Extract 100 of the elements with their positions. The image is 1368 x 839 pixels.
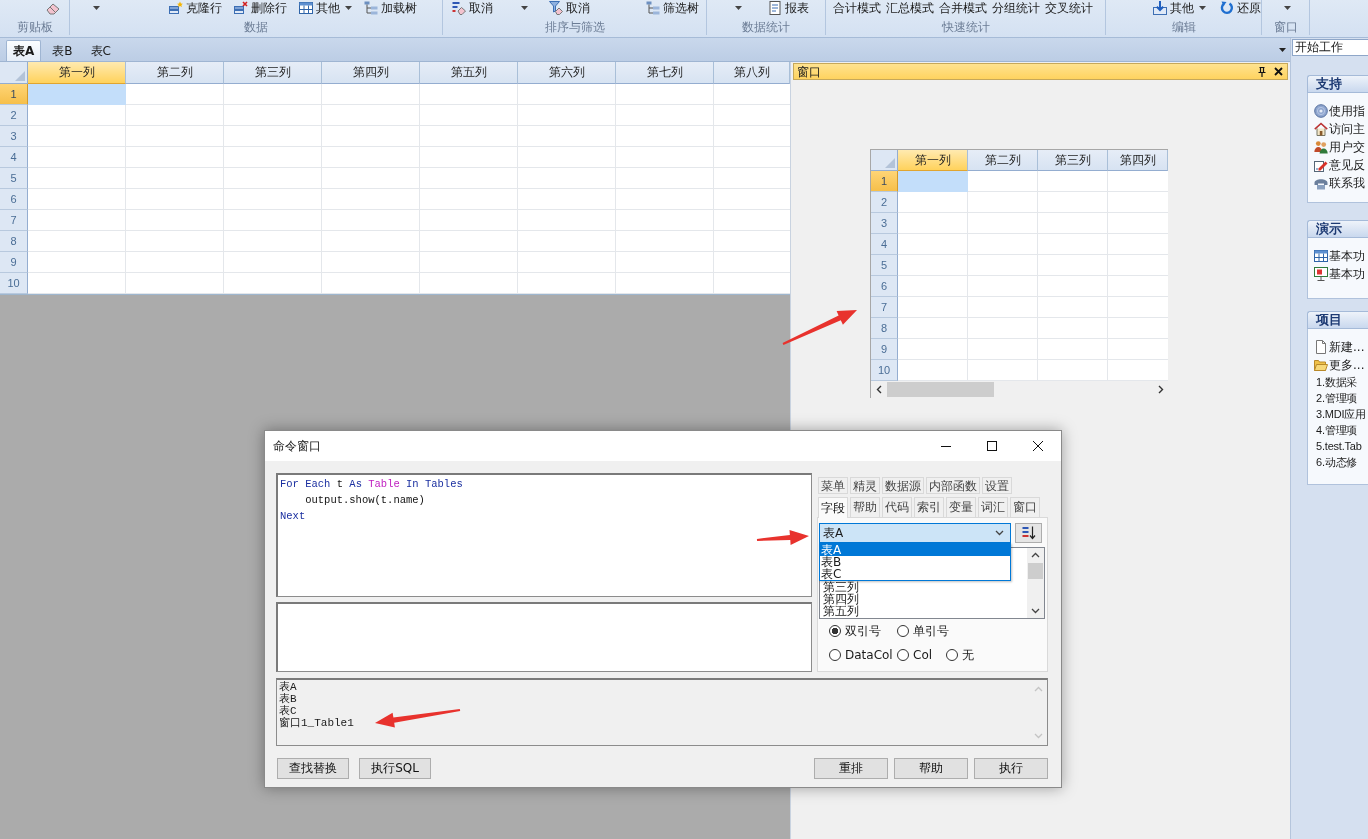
ribbon-button[interactable]: 加载树 [364, 0, 417, 16]
column-header[interactable]: 第四列 [1108, 150, 1168, 171]
table-select[interactable]: 表A [819, 523, 1011, 543]
caret-icon[interactable] [93, 6, 100, 10]
task-link[interactable]: 新建... [1314, 338, 1368, 356]
column-header[interactable]: 第一列 [898, 150, 968, 171]
radio-button[interactable] [946, 649, 958, 661]
recent-project-link[interactable]: 1.数据采 [1314, 374, 1368, 390]
ribbon-button[interactable]: 合计模式 [833, 0, 881, 16]
panel-header[interactable]: 演示 [1307, 220, 1368, 238]
panel-header[interactable]: 支持 [1307, 75, 1368, 93]
sort-button[interactable] [1015, 523, 1042, 543]
pin-icon[interactable] [1258, 66, 1266, 77]
row-header[interactable]: 1 [0, 84, 28, 105]
row-header[interactable]: 9 [0, 252, 28, 273]
caret-icon[interactable] [521, 6, 528, 10]
column-header[interactable]: 第六列 [518, 62, 616, 84]
chevron-right-icon[interactable] [1158, 385, 1164, 394]
row-header[interactable]: 3 [871, 213, 898, 234]
dialog-button[interactable]: 执行 [974, 758, 1048, 779]
row-header[interactable]: 4 [0, 147, 28, 168]
ribbon-button[interactable]: 还原 [1220, 0, 1261, 16]
row-header[interactable]: 6 [871, 276, 898, 297]
column-header[interactable]: 第四列 [322, 62, 420, 84]
dialog-button[interactable]: 查找替换 [277, 758, 349, 779]
dropdown-option[interactable]: 表B [820, 556, 1010, 568]
task-pane-selector[interactable]: 开始工作 [1292, 39, 1368, 56]
task-link[interactable]: 基本功 [1314, 247, 1368, 265]
row-header[interactable]: 4 [871, 234, 898, 255]
sheet-tab[interactable]: 表A [6, 40, 42, 61]
row-header[interactable]: 5 [871, 255, 898, 276]
recent-project-link[interactable]: 5.test.Tab [1314, 438, 1368, 454]
task-link[interactable]: 基本功 [1314, 265, 1368, 283]
dialog-button[interactable]: 执行SQL [359, 758, 431, 779]
ribbon-button[interactable]: 取消 [452, 0, 493, 16]
radio-button[interactable] [829, 625, 841, 637]
scrollbar-thumb[interactable] [1028, 563, 1043, 579]
panel-tab[interactable]: 菜单 [818, 477, 848, 494]
panel-tab[interactable]: 内部函数 [926, 477, 980, 494]
radio-button[interactable] [897, 649, 909, 661]
panel-tab[interactable]: 字段 [818, 497, 848, 518]
panel-tab[interactable]: 索引 [914, 497, 944, 517]
chevron-left-icon[interactable] [876, 385, 882, 394]
task-link[interactable]: 意见反 [1314, 156, 1368, 174]
panel-header[interactable]: 项目 [1307, 311, 1368, 329]
ribbon-button[interactable]: 取消 [549, 0, 590, 16]
input-field[interactable] [276, 602, 812, 672]
task-link[interactable]: 访问主 [1314, 120, 1368, 138]
ribbon-button[interactable]: 交叉统计 [1045, 0, 1093, 16]
chevron-down-icon[interactable] [1031, 608, 1040, 614]
column-header[interactable]: 第八列 [714, 62, 790, 84]
caret-icon[interactable] [735, 6, 742, 10]
panel-tab[interactable]: 设置 [982, 477, 1012, 494]
radio-button[interactable] [897, 625, 909, 637]
sheet-tab[interactable]: 表C [83, 40, 118, 61]
row-header[interactable]: 6 [0, 189, 28, 210]
output-field[interactable]: 表A 表B 表C 窗口1_Table1 [276, 678, 1048, 746]
ribbon-button[interactable]: 汇总模式 [886, 0, 934, 16]
field-list-item[interactable]: 第四列 [823, 593, 859, 605]
scrollbar-thumb[interactable] [887, 382, 994, 397]
row-header[interactable]: 2 [871, 192, 898, 213]
column-header[interactable]: 第一列 [28, 62, 126, 84]
row-header[interactable]: 1 [871, 171, 898, 192]
column-header[interactable]: 第五列 [420, 62, 518, 84]
recent-project-link[interactable]: 2.管理项 [1314, 390, 1368, 406]
panel-tab[interactable]: 词汇 [978, 497, 1008, 517]
recent-project-link[interactable]: 4.管理项 [1314, 422, 1368, 438]
dialog-button[interactable]: 重排 [814, 758, 888, 779]
selected-cell[interactable] [898, 171, 968, 192]
row-header[interactable]: 5 [0, 168, 28, 189]
row-header[interactable]: 8 [0, 231, 28, 252]
panel-tab[interactable]: 变量 [946, 497, 976, 517]
field-list-item[interactable]: 第三列 [823, 581, 859, 593]
recent-project-link[interactable]: 6.动态修 [1314, 454, 1368, 470]
close-icon[interactable] [1033, 441, 1043, 451]
recent-project-link[interactable]: 3.MDI应用 [1314, 406, 1368, 422]
task-link[interactable]: 使用指 [1314, 102, 1368, 120]
column-header[interactable]: 第二列 [126, 62, 224, 84]
code-editor[interactable]: For Each t As Table In Tables output.show(t.name) Next [276, 473, 812, 597]
dropdown-option[interactable]: 表A [820, 544, 1010, 556]
column-header[interactable]: 第三列 [224, 62, 322, 84]
task-link[interactable]: 联系我 [1314, 174, 1368, 192]
ribbon-menu-button[interactable]: 其他 [299, 0, 352, 16]
field-list-item[interactable]: 第五列 [823, 605, 859, 617]
row-header[interactable]: 2 [0, 105, 28, 126]
task-link[interactable]: 更多... [1314, 356, 1368, 374]
ribbon-button[interactable]: 报表 [768, 0, 809, 16]
scrollbar[interactable] [1027, 548, 1044, 618]
row-header[interactable]: 10 [0, 273, 28, 294]
caret-icon[interactable] [1279, 47, 1286, 52]
panel-tab[interactable]: 帮助 [850, 497, 880, 517]
caret-icon[interactable] [1284, 6, 1291, 10]
panel-tab[interactable]: 精灵 [850, 477, 880, 494]
radio-button[interactable] [829, 649, 841, 661]
ribbon-button[interactable]: 删除行 [234, 0, 287, 16]
task-link[interactable]: 用户交 [1314, 138, 1368, 156]
column-header[interactable]: 第二列 [968, 150, 1038, 171]
panel-tab[interactable]: 窗口 [1010, 497, 1040, 517]
ribbon-button[interactable]: 分组统计 [992, 0, 1040, 16]
panel-tab[interactable]: 代码 [882, 497, 912, 517]
